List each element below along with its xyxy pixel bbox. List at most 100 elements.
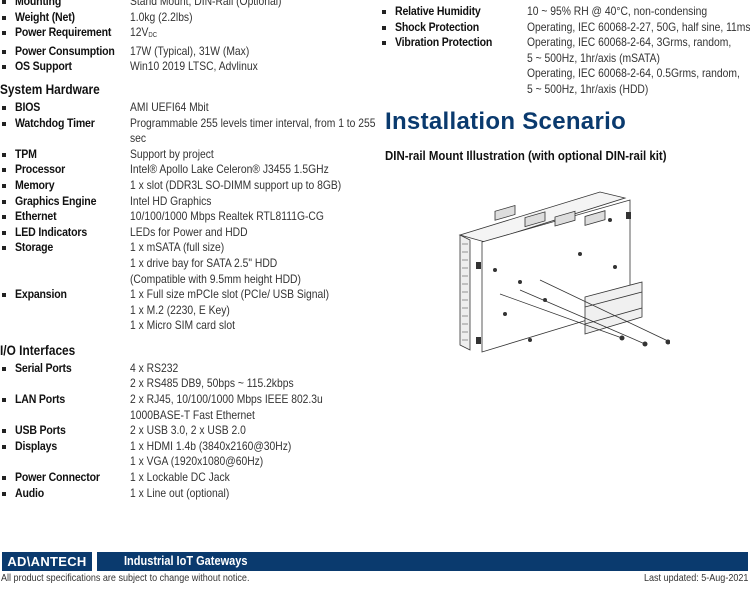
spec-value-text: 1000BASE-T Fast Ethernet bbox=[130, 407, 255, 422]
spec-label: Mounting bbox=[15, 0, 62, 8]
spec-row-continuation: 1 x drive bay for SATA 2.5" HDD bbox=[0, 256, 370, 272]
spec-label: Audio bbox=[15, 485, 45, 500]
spec-value: 5 ~ 500Hz, 1hr/axis (mSATA) bbox=[527, 51, 719, 67]
spec-value-text: Programmable 255 levels timer interval, … bbox=[130, 115, 376, 130]
din-rail-illustration-subtitle: DIN-rail Mount Illustration (with option… bbox=[385, 147, 667, 163]
spec-value: Programmable 255 levels timer interval, … bbox=[130, 116, 376, 132]
spec-value-text: 1.0kg (2.2lbs) bbox=[130, 9, 193, 24]
bullet-icon bbox=[2, 168, 6, 173]
installation-scenario-title: Installation Scenario bbox=[385, 107, 627, 135]
spec-row: Weight (Net) 1.0kg (2.2lbs) bbox=[0, 10, 370, 26]
spec-row: Displays 1 x HDMI 1.4b (3840x2160@30Hz) bbox=[0, 439, 370, 455]
spec-value-text: 1 x HDMI 1.4b (3840x2160@30Hz) bbox=[130, 438, 292, 453]
spec-row: TPM Support by project bbox=[0, 147, 370, 163]
spec-row: LAN Ports 2 x RJ45, 10/100/1000 Mbps IEEE… bbox=[0, 392, 370, 408]
spec-value-text: LEDs for Power and HDD bbox=[130, 224, 248, 239]
spec-value: 1000BASE-T Fast Ethernet bbox=[130, 408, 336, 424]
system-hardware-spec-list: BIOS AMI UEFI64 Mbit Watchdog Timer Program… bbox=[0, 100, 376, 334]
spec-value: 2 x USB 3.0, 2 x USB 2.0 bbox=[130, 423, 336, 439]
spec-value: 10/100/1000 Mbps Realtek RTL8111G-CG bbox=[130, 209, 336, 225]
bullet-icon bbox=[2, 215, 6, 220]
spec-label: USB Ports bbox=[15, 423, 66, 438]
spec-value-text: AMI UEFI64 Mbit bbox=[130, 99, 209, 114]
advantech-logo: AD\ANTECH bbox=[2, 552, 92, 571]
spec-value: 2 x RJ45, 10/100/1000 Mbps IEEE 802.3u bbox=[130, 392, 336, 408]
spec-value-text: 1 x Lockable DC Jack bbox=[130, 470, 230, 485]
spec-label: OS Support bbox=[15, 59, 72, 74]
spec-value-text: Operating, IEC 60068-2-27, 50G, half sin… bbox=[527, 19, 750, 34]
spec-value-text: Operating, IEC 60068-2-64, 0.5Grms, rand… bbox=[527, 66, 740, 81]
spec-row: Mounting Stand Mount, DIN-Rail (Optional) bbox=[0, 0, 370, 10]
spec-value: Operating, IEC 60068-2-27, 50G, half sin… bbox=[527, 20, 750, 36]
bullet-icon bbox=[2, 183, 6, 188]
spec-row-continuation: 5 ~ 500Hz, 1hr/axis (HDD) bbox=[380, 82, 750, 98]
spec-row-continuation: 5 ~ 500Hz, 1hr/axis (mSATA) bbox=[380, 51, 750, 67]
spec-label: Ethernet bbox=[15, 209, 57, 224]
spec-row: Power Consumption 17W (Typical), 31W (Max… bbox=[0, 44, 370, 60]
spec-value: 5 ~ 500Hz, 1hr/axis (HDD) bbox=[527, 82, 719, 98]
spec-row: BIOS AMI UEFI64 Mbit bbox=[0, 100, 370, 116]
spec-value-text: Stand Mount, DIN-Rail (Optional) bbox=[130, 0, 282, 8]
general-spec-list: Mounting Stand Mount, DIN-Rail (Optional)… bbox=[0, 0, 370, 75]
footer-bar: AD\ANTECH Industrial IoT Gateways bbox=[0, 552, 748, 571]
spec-value-text: Intel® Apollo Lake Celeron® J3455 1.5GHz bbox=[130, 162, 329, 177]
spec-row: Memory 1 x slot (DDR3L SO-DIMM support up… bbox=[0, 178, 370, 194]
bullet-icon bbox=[2, 105, 6, 110]
right-column: Relative Humidity 10 ~ 95% RH @ 40°C, non… bbox=[380, 4, 750, 163]
spec-row-continuation: 2 x RS485 DB9, 50bps ~ 115.2kbps bbox=[0, 376, 370, 392]
spec-value: 2 x RS485 DB9, 50bps ~ 115.2kbps bbox=[130, 376, 336, 392]
spec-value: 10 ~ 95% RH @ 40°C, non-condensing bbox=[527, 4, 719, 20]
spec-label: Watchdog Timer bbox=[15, 115, 95, 130]
spec-value: 1.0kg (2.2lbs) bbox=[130, 10, 336, 26]
spec-label: BIOS bbox=[15, 99, 41, 114]
product-category-banner: Industrial IoT Gateways bbox=[97, 552, 748, 571]
spec-label: Displays bbox=[15, 438, 58, 453]
spec-row-continuation: 1000BASE-T Fast Ethernet bbox=[0, 408, 370, 424]
spec-value-text: 10/100/1000 Mbps Realtek RTL8111G-CG bbox=[130, 209, 324, 224]
spec-row: Audio 1 x Line out (optional) bbox=[0, 486, 370, 502]
spec-value-text: 17W (Typical), 31W (Max) bbox=[130, 43, 250, 58]
spec-value: Intel® Apollo Lake Celeron® J3455 1.5GHz bbox=[130, 162, 336, 178]
product-category: Industrial IoT Gateways bbox=[124, 554, 248, 568]
spec-value-text: 4 x RS232 bbox=[130, 360, 179, 375]
spec-value-text: 2 x USB 3.0, 2 x USB 2.0 bbox=[130, 423, 246, 438]
spec-label: LAN Ports bbox=[15, 392, 66, 407]
spec-row: Vibration Protection Operating, IEC 60068… bbox=[380, 35, 750, 51]
bullet-icon bbox=[2, 49, 6, 54]
spec-label: Vibration Protection bbox=[395, 35, 493, 50]
last-updated: Last updated: 5-Aug-2021 bbox=[643, 572, 748, 584]
section-title-system-hardware: System Hardware bbox=[0, 81, 100, 97]
spec-value: 1 x HDMI 1.4b (3840x2160@30Hz) bbox=[130, 439, 336, 455]
bullet-icon bbox=[2, 121, 6, 126]
spec-label: Weight (Net) bbox=[15, 9, 75, 24]
spec-value-text: 1 x Line out (optional) bbox=[130, 485, 230, 500]
spec-value-text: Support by project bbox=[130, 146, 214, 161]
bullet-icon bbox=[382, 41, 386, 46]
bullet-icon bbox=[2, 0, 6, 4]
spec-row: OS Support Win10 2019 LTSC, Advlinux bbox=[0, 59, 370, 75]
spec-row: LED Indicators LEDs for Power and HDD bbox=[0, 225, 370, 241]
left-column: Mounting Stand Mount, DIN-Rail (Optional)… bbox=[0, 0, 376, 502]
bullet-icon bbox=[2, 31, 6, 36]
disclaimer: All product specifications are subject t… bbox=[1, 572, 250, 584]
spec-value: 1 x Micro SIM card slot bbox=[130, 318, 336, 334]
spec-label: Serial Ports bbox=[15, 360, 72, 375]
spec-label: Storage bbox=[15, 240, 54, 255]
spec-value: Support by project bbox=[130, 147, 336, 163]
spec-row: Storage 1 x mSATA (full size) bbox=[0, 240, 370, 256]
bullet-icon bbox=[2, 476, 6, 481]
spec-label: Memory bbox=[15, 177, 55, 192]
bullet-icon bbox=[2, 293, 6, 298]
spec-value: LEDs for Power and HDD bbox=[130, 225, 336, 241]
bullet-icon bbox=[2, 230, 6, 235]
spec-value-text: 1 x drive bay for SATA 2.5" HDD bbox=[130, 255, 278, 270]
section-title-io-interfaces: I/O Interfaces bbox=[0, 342, 76, 358]
spec-value-text: 1 x slot (DDR3L SO-DIMM support up to 8G… bbox=[130, 177, 342, 192]
spec-label: LED Indicators bbox=[15, 224, 88, 239]
spec-value-text: 1 x Full size mPCIe slot (PCIe/ USB Sign… bbox=[130, 287, 330, 302]
spec-row: Watchdog Timer Programmable 255 levels ti… bbox=[0, 115, 376, 132]
spec-value-subscript: DC bbox=[148, 32, 158, 40]
bullet-icon bbox=[2, 15, 6, 20]
spec-value: 12VDC bbox=[130, 25, 336, 44]
spec-row-continuation: Operating, IEC 60068-2-64, 0.5Grms, rand… bbox=[380, 66, 750, 82]
